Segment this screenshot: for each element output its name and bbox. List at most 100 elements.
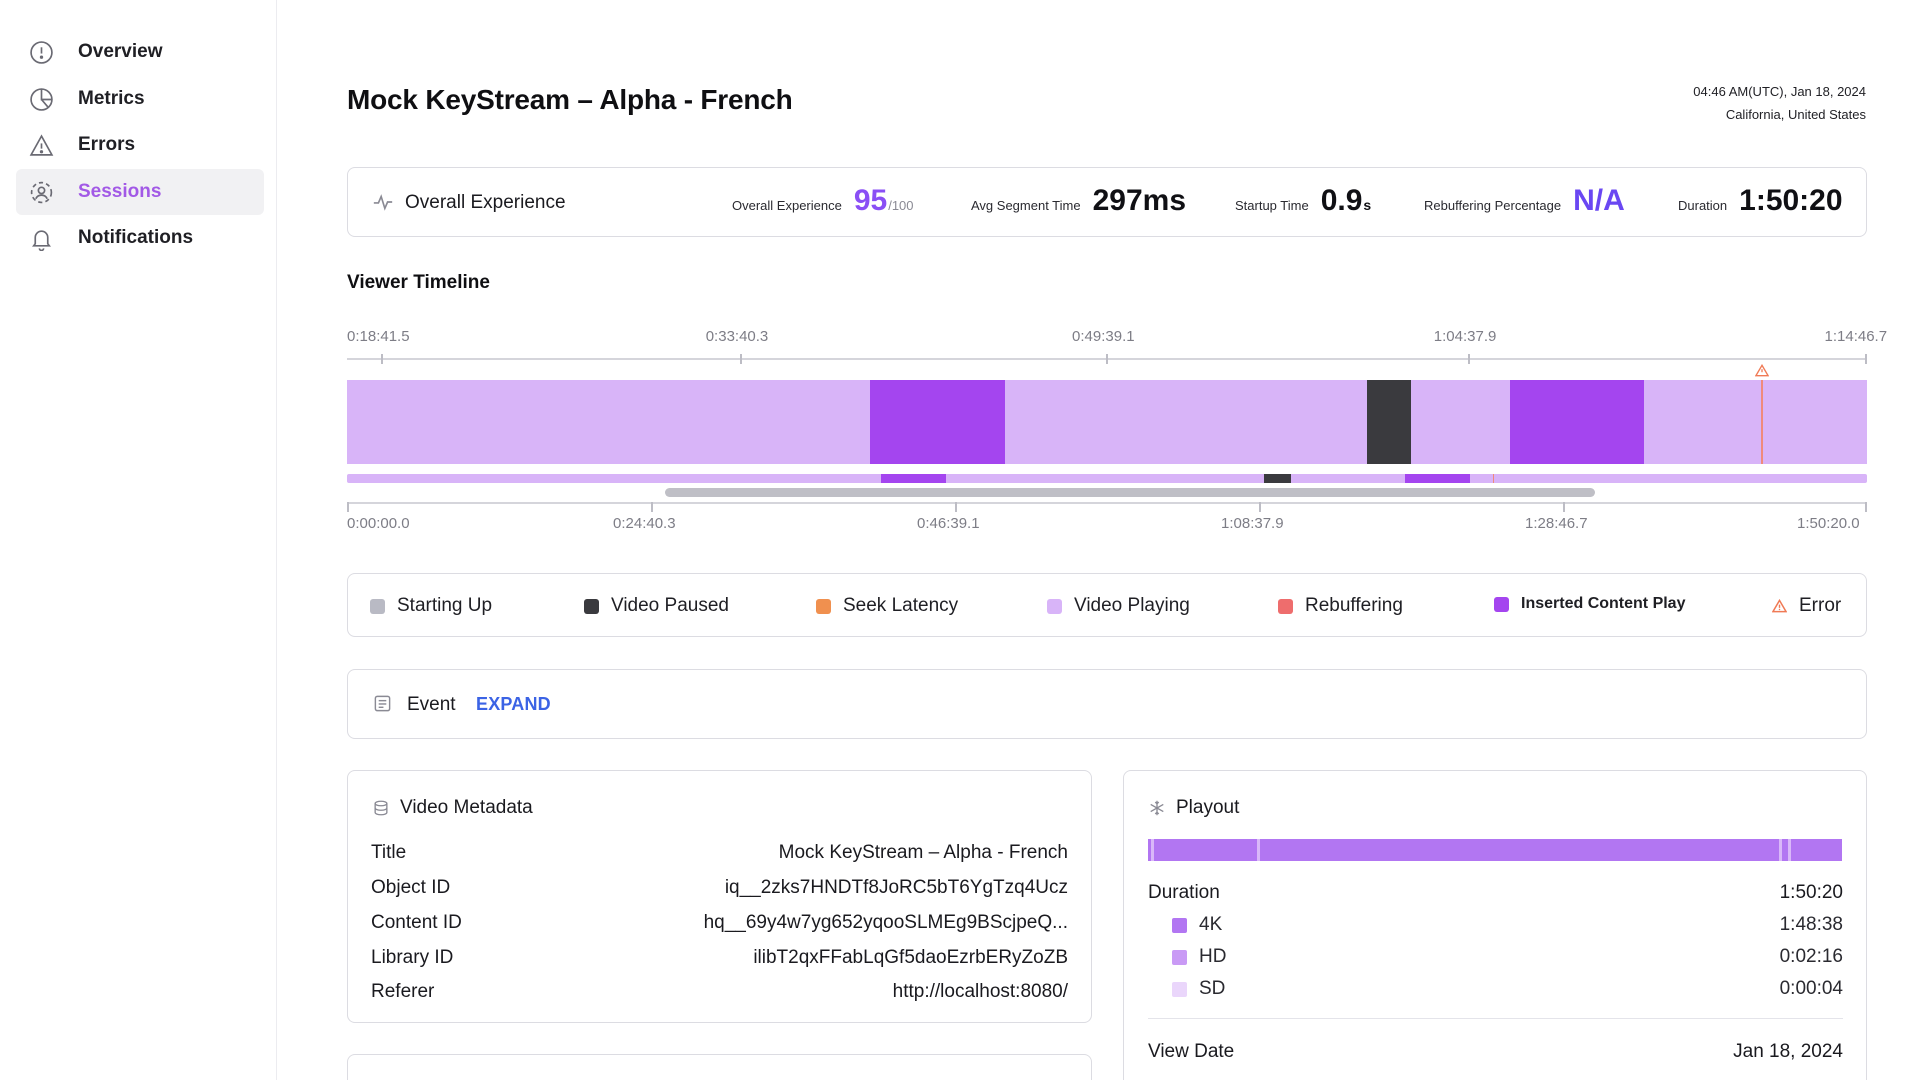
error-triangle-icon — [1772, 599, 1787, 613]
bell-icon — [32, 230, 51, 251]
metric-startup-time: Startup Time 0.9 s — [1235, 184, 1371, 218]
event-expand-button[interactable]: EXPAND — [476, 694, 551, 715]
playout-duration-label: Duration — [1148, 882, 1220, 903]
overview-error-marker — [1493, 474, 1495, 483]
metric-value: 1:50:20 — [1739, 184, 1843, 217]
quality-swatch — [1172, 981, 1187, 997]
metric-sub: /100 — [888, 198, 914, 213]
secondary-card — [347, 1054, 1092, 1080]
video-metadata-header: Video Metadata — [372, 797, 533, 819]
top-axis-tick-label: 0:18:41.5 — [347, 328, 410, 345]
overall-experience-title: Overall Experience — [405, 192, 566, 213]
sidebar-item-metrics[interactable]: Metrics — [16, 76, 264, 122]
legend-item-rebuffering: Rebuffering — [1278, 595, 1403, 617]
metric-rebuffering-percentage: Rebuffering Percentage N/A — [1424, 184, 1625, 218]
warning-icon — [29, 134, 54, 156]
timeline-segment[interactable] — [869, 380, 1006, 464]
timeline-overview-track[interactable] — [347, 474, 1867, 483]
bottom-axis-tick-label: 1:08:37.9 — [1221, 515, 1284, 532]
metrics-pie-icon — [30, 88, 53, 111]
metric-avg-segment-time: Avg Segment Time 297ms — [971, 184, 1186, 218]
sidebar-item-errors[interactable]: Errors — [16, 122, 264, 168]
viewer-timeline-title: Viewer Timeline — [347, 272, 490, 293]
bottom-axis-line — [347, 502, 1867, 504]
quality-swatch — [1172, 949, 1187, 965]
sessions-icon — [30, 181, 53, 204]
error-marker-icon[interactable] — [1754, 364, 1769, 377]
legend-item-video-paused: Video Paused — [584, 595, 729, 617]
playout-header: Playout — [1148, 797, 1239, 819]
playout-bar-divider — [1779, 839, 1782, 861]
legend-label: Error — [1799, 595, 1842, 616]
playout-bar-divider — [1151, 839, 1154, 861]
bottom-axis-tick — [955, 502, 957, 512]
sidebar-item-sessions[interactable]: Sessions — [16, 169, 264, 215]
playout-bar-divider — [1788, 839, 1791, 861]
metric-label: Startup Time — [1235, 198, 1309, 213]
sidebar-item-notifications[interactable]: Notifications — [16, 215, 264, 261]
legend-swatch — [584, 598, 599, 614]
metadata-key: Object ID — [371, 877, 451, 898]
playout-quality-sd: SD 0:00:04 — [1148, 974, 1843, 1004]
session-meta: 04:46 AM(UTC), Jan 18, 2024 California, … — [1693, 80, 1866, 126]
metadata-key: Library ID — [371, 947, 454, 968]
top-axis-tick — [1106, 354, 1109, 364]
metric-value: 297ms — [1092, 184, 1187, 217]
viewer-timeline[interactable]: 0:18:41.5 0:33:40.3 0:49:39.1 1:04:37.9 1:14… — [347, 320, 1887, 540]
quality-value: 1:48:38 — [1779, 914, 1843, 935]
legend-label: Inserted Content Play — [1521, 595, 1686, 612]
view-date-value: Jan 18, 2024 — [1733, 1041, 1843, 1062]
metric-unit: s — [1363, 197, 1372, 213]
top-axis-tick-label: 1:04:37.9 — [1433, 328, 1497, 345]
metric-value: N/A — [1573, 184, 1625, 217]
metric-value: 0.9 — [1320, 184, 1363, 217]
top-axis-tick-label: 1:14:46.7 — [1824, 328, 1888, 345]
timeline-main-track[interactable] — [347, 380, 1867, 464]
legend-label: Starting Up — [397, 595, 493, 616]
legend-label: Video Paused — [611, 595, 729, 616]
timeline-segment[interactable] — [1509, 380, 1644, 464]
quality-value: 0:02:16 — [1779, 946, 1843, 967]
top-axis-tick-label: 0:49:39.1 — [1072, 328, 1135, 345]
legend-swatch — [370, 598, 385, 614]
metadata-value: iq__2zks7HNDTf8JoRC5bT6YgTzq4Ucz — [724, 877, 1068, 898]
legend-swatch — [1278, 598, 1293, 614]
playout-divider — [1148, 1018, 1843, 1019]
playout-card: Playout Duration 1:50:20 4K 1:48:38 HD 0… — [1123, 770, 1867, 1080]
bottom-axis-tick-label: 1:50:20.0 — [1797, 515, 1860, 532]
legend-item-error: Error — [1772, 595, 1841, 617]
bottom-axis-tick-label: 1:28:46.7 — [1525, 515, 1588, 532]
event-label: Event — [407, 694, 456, 715]
bottom-axis-tick — [347, 502, 349, 512]
metric-label: Avg Segment Time — [971, 198, 1081, 213]
playout-duration-row: Duration 1:50:20 — [1148, 878, 1843, 908]
top-axis-tick — [381, 354, 383, 364]
metric-duration: Duration 1:50:20 — [1678, 184, 1843, 218]
timeline-zoom-scrollbar[interactable] — [664, 488, 1595, 497]
quality-label: SD — [1199, 978, 1226, 999]
metadata-value: http://localhost:8080/ — [892, 981, 1068, 1002]
playout-view-date-row: View Date Jan 18, 2024 — [1148, 1037, 1843, 1067]
top-axis-tick — [1467, 354, 1470, 364]
playout-duration-value: 1:50:20 — [1779, 882, 1843, 903]
playout-title: Playout — [1176, 797, 1240, 818]
top-axis-tick — [739, 354, 742, 364]
bottom-axis-tick — [1865, 502, 1867, 512]
metric-overall-experience: Overall Experience 95 /100 — [732, 184, 914, 218]
sidebar-item-label: Notifications — [78, 227, 194, 248]
metadata-value: ilibT2qxFFabLqGf5daoEzrbERyZoZB — [753, 947, 1068, 968]
event-list-icon — [374, 695, 391, 712]
page-title: Mock KeyStream – Alpha - French — [347, 84, 793, 115]
quality-value: 0:00:04 — [1779, 978, 1843, 999]
sidebar-item-label: Sessions — [78, 181, 162, 202]
metadata-row-content-id: Content ID hq__69y4w7yg652yqooSLMEg9BScj… — [371, 908, 1068, 938]
playout-quality-hd: HD 0:02:16 — [1148, 942, 1843, 972]
timeline-segment[interactable] — [1366, 380, 1411, 464]
session-datetime: 04:46 AM(UTC), Jan 18, 2024 — [1693, 84, 1866, 99]
database-icon — [374, 800, 388, 816]
legend-item-seek-latency: Seek Latency — [816, 595, 958, 617]
timeline-legend: Starting Up Video Paused Seek Latency Vi… — [347, 573, 1867, 637]
metric-label: Duration — [1678, 198, 1728, 213]
quality-swatch — [1172, 917, 1187, 933]
sidebar-item-overview[interactable]: Overview — [16, 29, 264, 75]
